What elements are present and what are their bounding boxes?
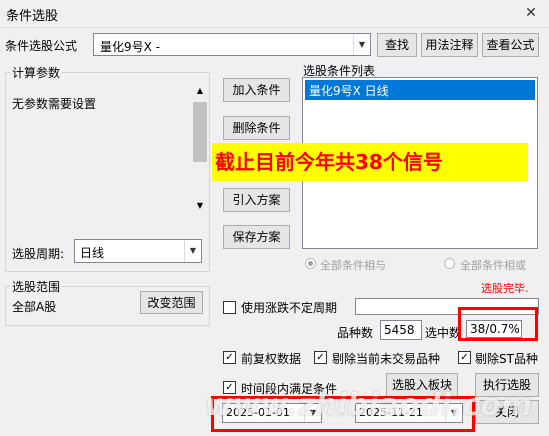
exclude-st-checkbox[interactable]: ✓ <box>458 351 471 364</box>
params-group-label: 计算参数 <box>10 64 63 81</box>
save-scheme-button[interactable]: 保存方案 <box>223 225 290 249</box>
chevron-down-icon[interactable]: ▼ <box>445 404 462 422</box>
view-formula-button[interactable]: 查看公式 <box>482 33 539 57</box>
or-radio-label: 全部条件相或 <box>460 259 526 272</box>
time-range-checkbox[interactable]: ✓ <box>223 381 236 394</box>
date-start-picker[interactable]: 2025-01-01 ▼ <box>222 403 322 423</box>
selected-value: 38/0.7% <box>466 320 522 338</box>
adjust-label: 前复权数据 <box>241 352 302 366</box>
condition-list-item[interactable]: 量化9号X 日线 <box>305 80 535 100</box>
title-bar <box>0 0 549 28</box>
date-end: 2025-11-21 <box>359 406 423 419</box>
period-label: 选股周期: <box>12 247 65 261</box>
period-combo[interactable]: 日线 ▼ <box>74 239 202 263</box>
adjust-checkbox[interactable]: ✓ <box>223 351 236 364</box>
annotation-banner: 截止目前今年共38个信号 <box>212 143 528 181</box>
date-end-picker[interactable]: 2025-11-21 ▼ <box>355 403 463 423</box>
add-condition-button[interactable]: 加入条件 <box>223 78 290 102</box>
status-text: 选股完毕. <box>481 282 529 295</box>
window-title: 条件选股 <box>6 9 59 24</box>
exclude-st-label: 剔除ST品种 <box>475 352 538 366</box>
scroll-down-icon[interactable]: ▼ <box>192 197 208 214</box>
usage-button[interactable]: 用法注释 <box>421 33 478 57</box>
find-button[interactable]: 查找 <box>377 33 417 57</box>
count-value: 5458 <box>380 320 422 340</box>
variable-period-label: 使用涨跌不定周期 <box>241 301 338 315</box>
range-group-label: 选股范围 <box>10 278 63 295</box>
radio-dot <box>308 261 313 266</box>
date-start: 2025-01-01 <box>226 406 290 419</box>
scroll-up-icon[interactable]: ▲ <box>192 82 208 99</box>
delete-condition-button[interactable]: 删除条件 <box>223 116 290 140</box>
close-button[interactable]: ✕ <box>520 3 542 23</box>
params-scrollbar[interactable]: ▲ ▼ <box>192 82 208 214</box>
and-radio-label: 全部条件相与 <box>320 259 386 272</box>
import-scheme-button[interactable]: 引入方案 <box>223 188 290 212</box>
change-range-button[interactable]: 改变范围 <box>140 291 203 314</box>
exclude-untraded-checkbox[interactable]: ✓ <box>314 351 327 364</box>
time-range-label: 时间段内满足条件 <box>241 382 338 396</box>
date-separator: - <box>339 406 344 420</box>
formula-value: 量化9号X - <box>100 40 161 54</box>
formula-label: 条件选股公式 <box>5 39 78 53</box>
range-value: 全部A股 <box>12 300 57 314</box>
chevron-down-icon[interactable]: ▼ <box>304 404 321 422</box>
formula-combo[interactable]: 量化9号X - ▼ <box>93 33 371 56</box>
selected-label: 选中数 <box>425 326 462 340</box>
variable-period-checkbox[interactable] <box>223 301 236 314</box>
no-params-text: 无参数需要设置 <box>12 97 97 111</box>
scroll-thumb[interactable] <box>193 102 207 162</box>
close-dialog-button[interactable]: 关闭 <box>475 400 539 424</box>
exclude-untraded-label: 剔除当前未交易品种 <box>332 352 441 366</box>
execute-button[interactable]: 执行选股 <box>475 373 539 397</box>
board-button[interactable]: 选股入板块 <box>386 373 458 397</box>
and-radio[interactable] <box>305 258 316 269</box>
count-label: 品种数 <box>337 326 374 340</box>
period-value: 日线 <box>80 246 105 260</box>
chevron-down-icon[interactable]: ▼ <box>353 34 370 55</box>
or-radio[interactable] <box>444 258 455 269</box>
chevron-down-icon[interactable]: ▼ <box>184 240 201 262</box>
